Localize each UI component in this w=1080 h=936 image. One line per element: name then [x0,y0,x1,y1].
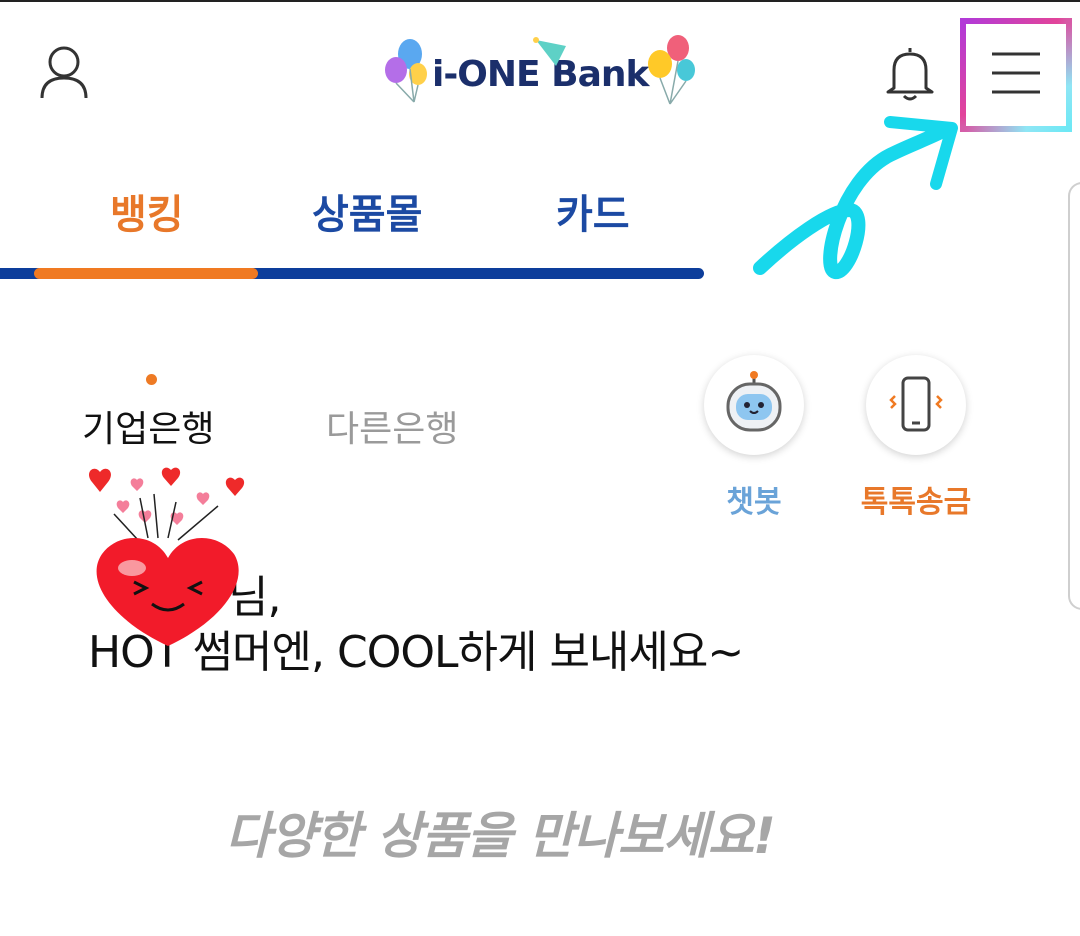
arrow-doodle-icon [753,116,958,279]
bell-icon [886,48,934,101]
party-hat-icon [533,37,566,66]
bank-tab-ibk[interactable]: 기업은행 [82,400,214,452]
heart-sticker-icon [89,467,245,646]
menu-button[interactable] [960,18,1072,132]
selected-dot [146,374,157,385]
bank-tab-other[interactable]: 다른은행 [326,400,458,452]
chatbot-robot-icon [726,371,782,432]
bank-selector: 기업은행 다른은행 [80,370,500,450]
balloons-right-icon [648,35,695,105]
tab-banking[interactable]: 뱅킹 [110,182,184,240]
chatbot-label: 챗봇 [726,485,782,520]
talk-transfer-button[interactable]: 톡톡송금 [856,355,976,525]
notification-button[interactable] [882,42,938,102]
balloons-left-icon [385,39,427,103]
user-profile-button[interactable] [36,42,92,102]
chatbot-circle [704,355,804,455]
chatbot-button[interactable]: 챗봇 [694,355,814,525]
talk-transfer-label: 톡톡송금 [860,485,972,520]
main-tabs: 뱅킹 상품몰 카드 [0,170,710,240]
side-panel-handle[interactable] [1068,182,1080,610]
tab-card[interactable]: 카드 [556,182,630,240]
hamburger-menu-icon [992,52,1040,94]
active-tab-indicator [34,268,258,279]
promo-banner-text[interactable]: 다양한 상품을 만나보세요! [0,796,1000,868]
phone-vibrate-icon [889,376,943,432]
talk-transfer-circle [866,355,966,455]
tab-product-mall[interactable]: 상품몰 [312,182,422,240]
bank-logo[interactable]: i-ONE Bank [380,32,700,112]
user-icon [40,46,88,99]
